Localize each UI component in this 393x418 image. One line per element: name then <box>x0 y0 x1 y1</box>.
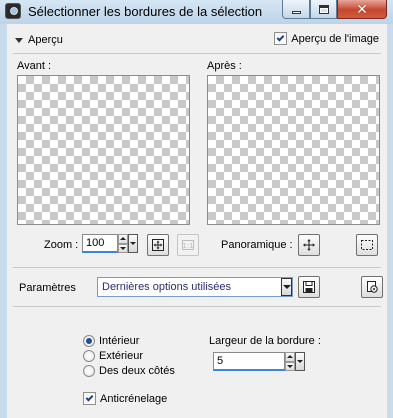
antialias-label: Anticrénelage <box>100 392 168 405</box>
image-preview-label: Aperçu de l'image <box>291 32 379 45</box>
save-floppy-icon <box>303 281 315 293</box>
image-preview-option[interactable]: Aperçu de l'image <box>274 32 379 45</box>
before-preview[interactable] <box>17 75 190 225</box>
manage-presets-button[interactable] <box>361 276 383 298</box>
actual-size-button[interactable]: 1:1 <box>177 234 199 256</box>
fit-to-window-button[interactable] <box>147 234 169 256</box>
dialog-body: Aperçu Aperçu de l'image Avant : Après :… <box>7 24 387 418</box>
close-button[interactable]: ✕ <box>337 0 387 19</box>
check-icon <box>276 33 285 41</box>
border-width-input[interactable]: 5 <box>213 352 285 371</box>
divider <box>13 306 381 307</box>
spin-up-button[interactable] <box>285 352 295 362</box>
maximize-button[interactable] <box>310 0 337 19</box>
app-icon <box>5 3 21 19</box>
antialias-option[interactable]: Anticrénelage <box>83 392 167 405</box>
minimize-button[interactable] <box>282 0 310 19</box>
radio-label: Intérieur <box>99 335 140 347</box>
zoom-spinner[interactable] <box>118 234 128 253</box>
preview-toggle-label: Aperçu <box>28 34 63 46</box>
zoom-dropdown-button[interactable] <box>128 234 138 253</box>
image-preview-checkbox[interactable] <box>274 32 288 45</box>
selection-marquee-icon <box>361 240 373 250</box>
close-icon: ✕ <box>356 1 368 17</box>
arrow-down-icon <box>120 246 126 250</box>
radio-button[interactable] <box>83 365 95 377</box>
arrow-up-icon <box>287 355 293 359</box>
border-width-label: Largeur de la bordure : <box>209 335 321 347</box>
border-width-spinner[interactable] <box>285 352 295 371</box>
arrow-up-icon <box>120 237 126 241</box>
svg-text:1:1: 1:1 <box>182 242 193 250</box>
preset-manage-icon <box>367 281 378 293</box>
chevron-down-icon <box>282 285 291 289</box>
radio-selected-indicator <box>86 338 92 344</box>
border-width-value: 5 <box>217 355 224 367</box>
spin-down-button[interactable] <box>118 243 128 253</box>
zoom-label: Zoom : <box>44 239 79 251</box>
spin-down-button[interactable] <box>285 361 295 371</box>
divider <box>13 267 381 268</box>
window-title: Sélectionner les bordures de la sélectio… <box>28 4 263 19</box>
before-label: Avant : <box>17 60 52 72</box>
title-bar: Sélectionner les bordures de la sélectio… <box>0 0 393 24</box>
pan-button[interactable] <box>298 234 320 256</box>
zoom-value: 100 <box>86 237 105 249</box>
chevron-down-icon <box>297 360 303 363</box>
radio-button[interactable] <box>83 350 95 362</box>
divider <box>13 53 381 54</box>
radio-deux-cotes[interactable]: Des deux côtés <box>83 365 175 377</box>
radio-label: Des deux côtés <box>99 365 175 377</box>
after-label: Après : <box>207 60 242 72</box>
zoom-input[interactable]: 100 <box>82 234 118 253</box>
after-preview <box>207 75 380 225</box>
pan-label: Panoramique : <box>221 239 293 251</box>
spin-up-button[interactable] <box>118 234 128 244</box>
border-width-dropdown-button[interactable] <box>295 352 305 371</box>
params-label: Paramètres <box>19 282 76 294</box>
chevron-down-icon <box>15 37 23 43</box>
antialias-checkbox[interactable] <box>83 392 96 405</box>
actual-size-icon: 1:1 <box>182 240 194 250</box>
preset-value: Dernières options utilisées <box>102 281 232 293</box>
maximize-icon <box>318 4 329 14</box>
radio-button[interactable] <box>83 335 95 347</box>
preset-dropdown-button[interactable] <box>281 278 292 296</box>
save-preset-button[interactable] <box>298 276 320 298</box>
chevron-down-icon <box>130 242 136 245</box>
radio-exterieur[interactable]: Extérieur <box>83 350 143 362</box>
pan-move-icon <box>303 239 315 251</box>
radio-interieur[interactable]: Intérieur <box>83 335 139 347</box>
preset-select[interactable]: Dernières options utilisées <box>97 277 293 297</box>
minimize-icon <box>291 10 301 14</box>
radio-label: Extérieur <box>99 350 144 362</box>
arrow-down-icon <box>287 364 293 368</box>
selection-button[interactable] <box>356 234 378 256</box>
fit-to-window-icon <box>152 239 164 251</box>
check-icon <box>85 393 94 401</box>
preview-toggle[interactable]: Aperçu <box>15 30 79 50</box>
